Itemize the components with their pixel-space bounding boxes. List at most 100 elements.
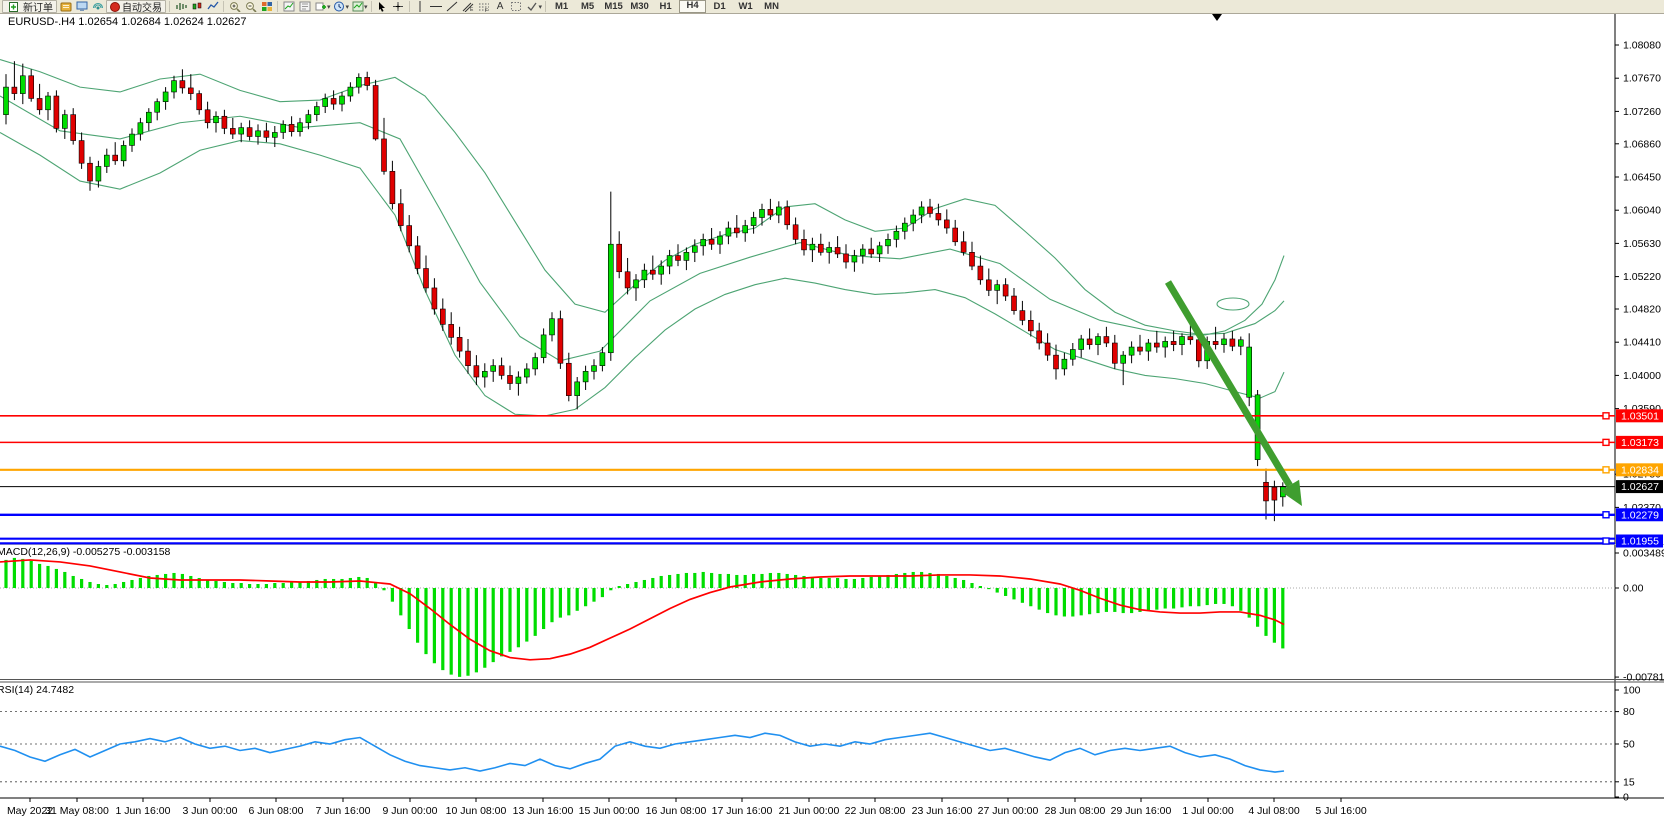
chart-title: EURUSD-.H4 1.02654 1.02684 1.02624 1.026… <box>8 16 247 28</box>
candle <box>1272 487 1277 500</box>
cursor-icon[interactable] <box>375 1 390 13</box>
timeframe-w1[interactable]: W1 <box>733 1 758 12</box>
timeframe-m15[interactable]: M15 <box>601 1 626 12</box>
candle <box>1238 340 1243 346</box>
candle <box>550 319 555 335</box>
navigator-window-icon[interactable] <box>297 1 312 13</box>
trendline-icon[interactable] <box>445 1 460 13</box>
toolbar-separator <box>169 1 170 12</box>
vertical-line-icon[interactable] <box>413 1 428 13</box>
candle <box>1045 343 1050 355</box>
signal-icon[interactable] <box>90 1 105 13</box>
toolbar: 新订单 自动交易 ▾ ▾ ▾ <box>0 0 1664 14</box>
line-handle <box>1603 439 1609 445</box>
horizontal-line-icon[interactable] <box>429 1 444 13</box>
candle <box>734 228 739 233</box>
market-watch-icon[interactable] <box>74 1 89 13</box>
candle <box>634 280 639 288</box>
candle <box>256 131 261 137</box>
timeframe-mn[interactable]: MN <box>759 1 784 12</box>
shapes-tool-icon[interactable] <box>525 1 540 13</box>
candle <box>1062 359 1067 369</box>
timeframe-h1[interactable]: H1 <box>653 1 678 12</box>
candle <box>718 236 723 244</box>
candle <box>566 363 571 395</box>
candle <box>575 382 580 396</box>
candle <box>1037 331 1042 343</box>
candle <box>474 366 479 377</box>
svg-text:50: 50 <box>1623 739 1635 751</box>
toolbar-separator <box>371 1 372 12</box>
svg-text:5 Jul 16:00: 5 Jul 16:00 <box>1315 805 1367 817</box>
line-chart-icon[interactable] <box>205 1 220 13</box>
candle <box>29 76 34 99</box>
svg-text:0.003489: 0.003489 <box>1623 548 1664 560</box>
svg-text:1.04820: 1.04820 <box>1623 303 1661 315</box>
candle <box>1070 349 1075 359</box>
line-handle <box>1603 467 1609 473</box>
new-order-label: 新订单 <box>23 0 53 14</box>
period-clock-icon[interactable] <box>332 1 347 13</box>
candle <box>592 366 597 372</box>
add-indicator-icon[interactable] <box>313 1 328 13</box>
zoom-in-icon[interactable] <box>227 1 242 13</box>
candle-chart-icon[interactable] <box>189 1 204 13</box>
new-order-button[interactable]: 新订单 <box>2 0 57 13</box>
candle <box>860 249 865 255</box>
candle <box>692 246 697 252</box>
timeframe-m5[interactable]: M5 <box>575 1 600 12</box>
template-icon[interactable] <box>350 1 365 13</box>
candle <box>928 207 933 213</box>
text-tool-icon[interactable]: A <box>493 1 508 13</box>
toolbar-separator <box>545 1 546 12</box>
svg-text:16 Jun 08:00: 16 Jun 08:00 <box>646 805 707 817</box>
chart-canvas[interactable]: 1.080801.076701.072601.068601.064501.060… <box>0 0 1664 824</box>
candle <box>1028 320 1033 331</box>
timeframe-d1[interactable]: D1 <box>707 1 732 12</box>
candle <box>62 115 67 129</box>
svg-text:15: 15 <box>1623 776 1635 788</box>
candle <box>936 213 941 219</box>
candle <box>1230 339 1235 346</box>
svg-text:1.07670: 1.07670 <box>1623 73 1661 85</box>
candle <box>4 87 9 115</box>
candle <box>440 309 445 324</box>
candle <box>407 226 412 246</box>
candle <box>533 358 538 369</box>
candle <box>239 128 244 134</box>
candle <box>1213 341 1218 344</box>
svg-text:21 Jun 00:00: 21 Jun 00:00 <box>779 805 840 817</box>
new-order-icon <box>6 1 21 13</box>
candle <box>398 204 403 226</box>
zoom-out-icon[interactable] <box>243 1 258 13</box>
tile-windows-icon[interactable] <box>259 1 274 13</box>
dropdown-arrow-icon[interactable]: ▾ <box>364 3 368 11</box>
timeframe-m30[interactable]: M30 <box>627 1 652 12</box>
svg-text:0: 0 <box>1623 792 1629 804</box>
candle <box>911 215 916 223</box>
candle <box>793 225 798 240</box>
candle <box>466 351 471 366</box>
svg-text:1 Jul 00:00: 1 Jul 00:00 <box>1182 805 1234 817</box>
candle <box>130 134 135 145</box>
indicator-window-icon[interactable] <box>281 1 296 13</box>
candle <box>1188 337 1193 340</box>
crosshair-icon[interactable] <box>391 1 406 13</box>
trade-book-icon[interactable] <box>58 1 73 13</box>
candle <box>583 371 588 382</box>
svg-text:1.06860: 1.06860 <box>1623 138 1661 150</box>
dropdown-arrow-icon[interactable]: ▾ <box>346 3 350 11</box>
dropdown-arrow-icon[interactable]: ▾ <box>539 3 543 11</box>
bar-chart-icon[interactable] <box>173 1 188 13</box>
timeframe-m1[interactable]: M1 <box>549 1 574 12</box>
candle <box>491 366 496 372</box>
timeframe-h4[interactable]: H4 <box>679 0 706 13</box>
candle <box>1247 347 1252 397</box>
arrows-tool-icon[interactable] <box>509 1 524 13</box>
dropdown-arrow-icon[interactable]: ▾ <box>327 3 331 11</box>
autotrading-button[interactable]: 自动交易 <box>106 0 166 13</box>
candle <box>995 285 1000 291</box>
candle <box>919 207 924 215</box>
fibonacci-icon[interactable]: F <box>477 1 492 13</box>
equidistant-channel-icon[interactable]: E <box>461 1 476 13</box>
